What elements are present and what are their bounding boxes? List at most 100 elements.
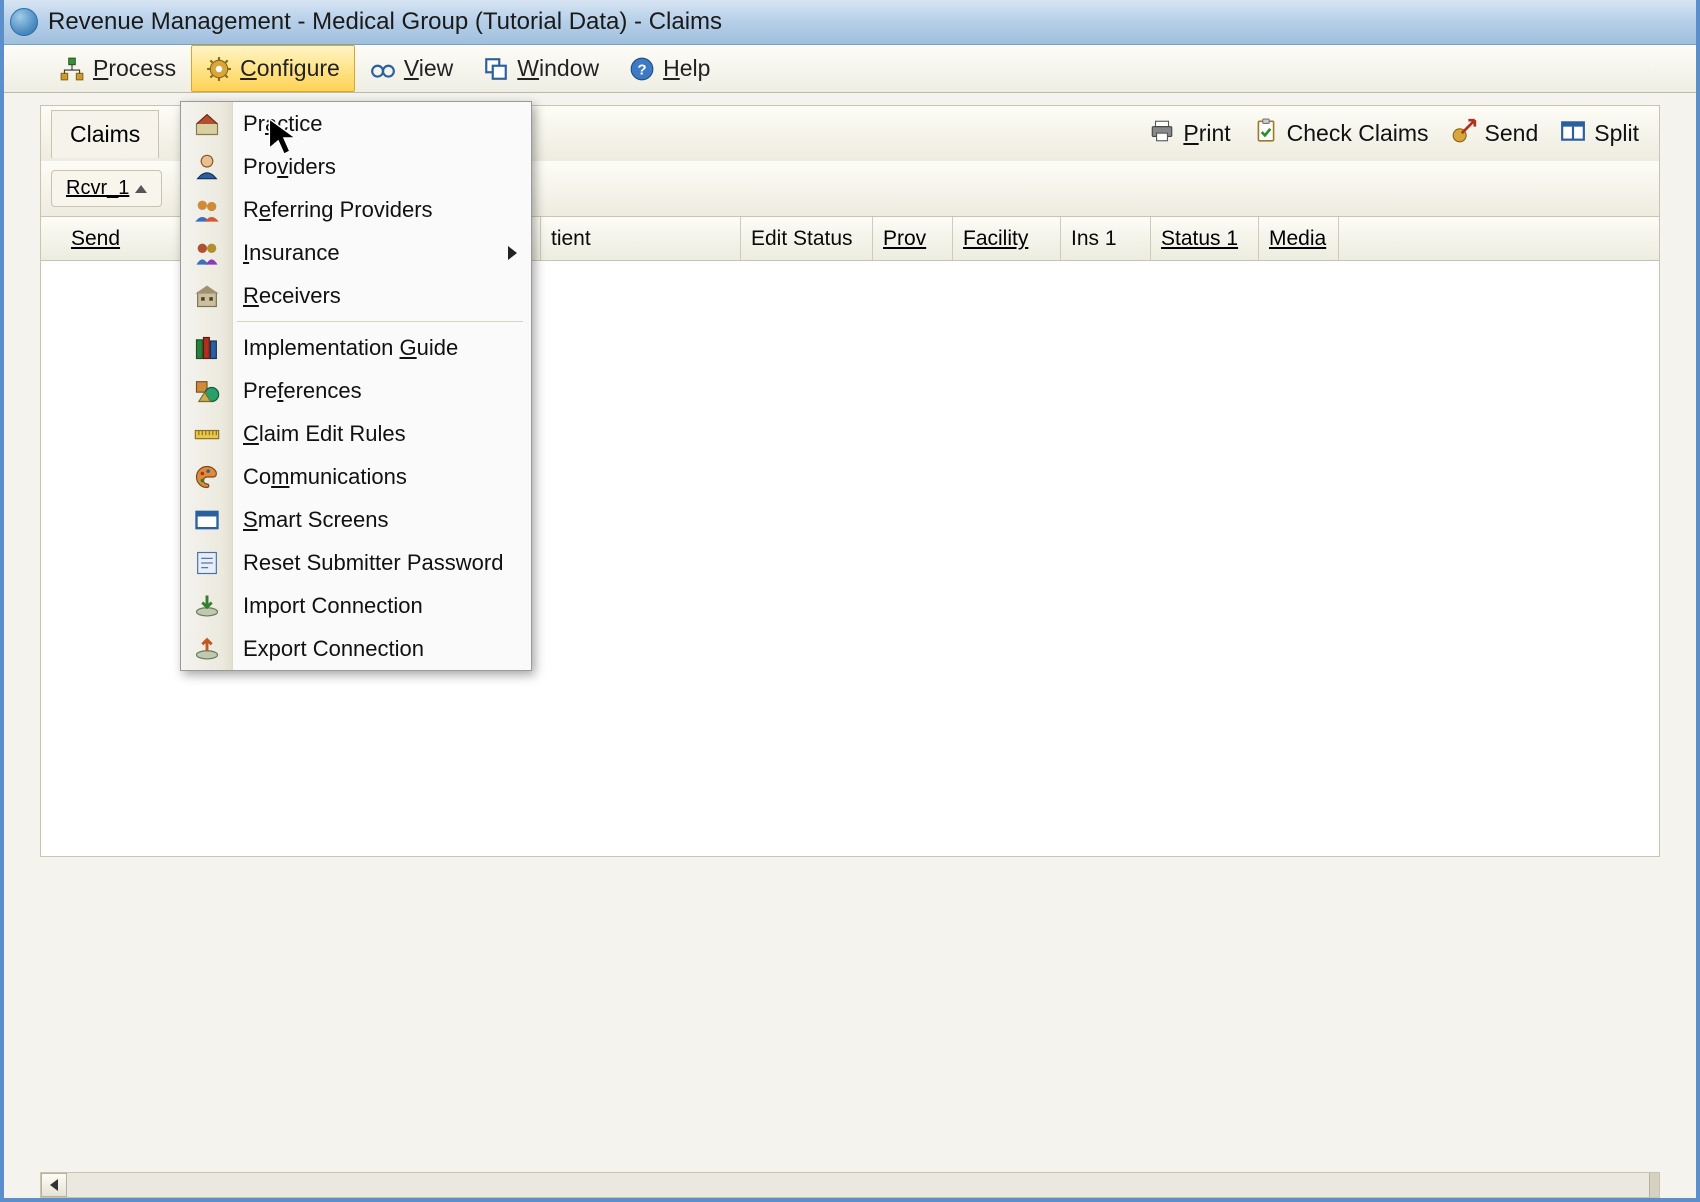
- scroll-track[interactable]: [67, 1173, 1659, 1197]
- menuitem-label: Practice: [243, 111, 323, 137]
- tab-claims[interactable]: Claims: [51, 110, 159, 158]
- column-media[interactable]: Media: [1259, 217, 1339, 260]
- column-edit-status[interactable]: Edit Status: [741, 217, 873, 260]
- tab-label: Claims: [70, 121, 140, 147]
- column-facility[interactable]: Facility: [953, 217, 1061, 260]
- menuitem-smart-screens[interactable]: Smart Screens: [181, 498, 531, 541]
- column-label: tient: [551, 227, 591, 251]
- column-label: Prov: [883, 227, 926, 251]
- check-claims-button[interactable]: Check Claims: [1253, 118, 1429, 150]
- sort-arrow-up-icon: [135, 185, 147, 193]
- button-label: Print: [1183, 120, 1230, 147]
- window-title: Revenue Management - Medical Group (Tuto…: [48, 8, 722, 36]
- column-label: Media: [1269, 227, 1326, 251]
- button-label: Check Claims: [1287, 120, 1429, 147]
- menuitem-label: Referring Providers: [243, 197, 433, 223]
- form-icon: [193, 549, 221, 577]
- help-icon: ?: [629, 56, 655, 82]
- menuitem-label: Reset Submitter Password: [243, 550, 503, 576]
- house-icon: [193, 110, 221, 138]
- printer-icon: [1149, 118, 1175, 150]
- column-ins-1[interactable]: Ins 1: [1061, 217, 1151, 260]
- column-label: Facility: [963, 227, 1028, 251]
- menubar: Process Configure View Window? Help: [4, 45, 1696, 93]
- titlebar[interactable]: Revenue Management - Medical Group (Tuto…: [4, 0, 1696, 45]
- menu-label: View: [404, 55, 453, 82]
- menuitem-label: Receivers: [243, 283, 341, 309]
- column-prov[interactable]: Prov: [873, 217, 953, 260]
- shield-people-icon: [193, 239, 221, 267]
- column-label: Send: [71, 227, 120, 251]
- filter-rcvr1[interactable]: Rcvr_1: [51, 170, 162, 207]
- filter-label: Rcvr_1: [66, 177, 129, 200]
- books-icon: [193, 334, 221, 362]
- menu-label: Process: [93, 55, 176, 82]
- column-label: Edit Status: [751, 227, 853, 251]
- menu-window[interactable]: Window: [468, 45, 614, 92]
- provider-icon: [193, 153, 221, 181]
- app-icon: [10, 8, 38, 36]
- menuitem-export-connection[interactable]: Export Connection: [181, 627, 531, 670]
- menuitem-practice[interactable]: Practice: [181, 102, 531, 145]
- send-icon: [1451, 118, 1477, 150]
- menu-label: Help: [663, 55, 710, 82]
- menuitem-insurance[interactable]: Insurance: [181, 231, 531, 274]
- clipboard-check-icon: [1253, 118, 1279, 150]
- column-patient[interactable]: tient: [541, 217, 741, 260]
- shapes-icon: [193, 377, 221, 405]
- column-label: Ins 1: [1071, 227, 1117, 251]
- hierarchy-icon: [59, 56, 85, 82]
- configure-dropdown: Practice Providers Referring Providers Insu…: [180, 101, 532, 671]
- import-icon: [193, 592, 221, 620]
- menuitem-label: Preferences: [243, 378, 362, 404]
- menuitem-label: Smart Screens: [243, 507, 389, 533]
- menuitem-claim-edit-rules[interactable]: Claim Edit Rules: [181, 412, 531, 455]
- screen-icon: [193, 506, 221, 534]
- windows-icon: [483, 56, 509, 82]
- menuitem-label: Export Connection: [243, 636, 424, 662]
- menuitem-reset-submitter-password[interactable]: Reset Submitter Password: [181, 541, 531, 584]
- scroll-thumb[interactable]: [1649, 1173, 1659, 1197]
- menuitem-import-connection[interactable]: Import Connection: [181, 584, 531, 627]
- menuitem-referring-providers[interactable]: Referring Providers: [181, 188, 531, 231]
- menuitem-label: Import Connection: [243, 593, 423, 619]
- ruler-icon: [193, 420, 221, 448]
- menu-separator: [237, 321, 523, 322]
- svg-text:?: ?: [637, 61, 646, 78]
- menuitem-providers[interactable]: Providers: [181, 145, 531, 188]
- scroll-left-button[interactable]: [41, 1173, 67, 1197]
- palette-icon: [193, 463, 221, 491]
- gear-icon: [206, 56, 232, 82]
- menuitem-preferences[interactable]: Preferences: [181, 369, 531, 412]
- menu-help[interactable]: ? Help: [614, 45, 725, 92]
- menuitem-label: Insurance: [243, 240, 340, 266]
- column-label: Status 1: [1161, 227, 1238, 251]
- menu-label: Configure: [240, 55, 340, 82]
- button-label: Send: [1485, 120, 1539, 147]
- export-icon: [193, 635, 221, 663]
- glasses-icon: [370, 56, 396, 82]
- send-button[interactable]: Send: [1451, 118, 1539, 150]
- split-icon: [1560, 118, 1586, 150]
- menu-view[interactable]: View: [355, 45, 468, 92]
- print-button[interactable]: Print: [1149, 118, 1230, 150]
- app-window: Revenue Management - Medical Group (Tuto…: [0, 0, 1700, 1202]
- menuitem-label: Implementation Guide: [243, 335, 458, 361]
- horizontal-scrollbar[interactable]: [40, 1172, 1660, 1198]
- menuitem-label: Claim Edit Rules: [243, 421, 406, 447]
- menuitem-communications[interactable]: Communications: [181, 455, 531, 498]
- column-status-1[interactable]: Status 1: [1151, 217, 1259, 260]
- menu-configure[interactable]: Configure: [191, 45, 355, 92]
- triangle-left-icon: [50, 1179, 58, 1191]
- split-button[interactable]: Split: [1560, 118, 1639, 150]
- menuitem-label: Providers: [243, 154, 336, 180]
- menuitem-label: Communications: [243, 464, 407, 490]
- button-label: Split: [1594, 120, 1639, 147]
- menuitem-implementation-guide[interactable]: Implementation Guide: [181, 326, 531, 369]
- people-icon: [193, 196, 221, 224]
- menu-process[interactable]: Process: [44, 45, 191, 92]
- building-icon: [193, 282, 221, 310]
- menuitem-receivers[interactable]: Receivers: [181, 274, 531, 317]
- submenu-arrow-icon: [508, 246, 517, 260]
- menu-label: Window: [517, 55, 599, 82]
